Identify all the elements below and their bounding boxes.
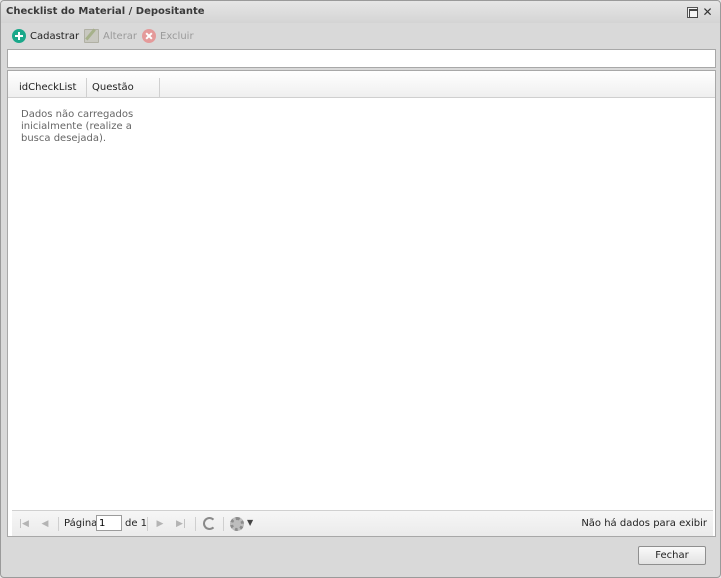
- pager-divider: [147, 517, 148, 531]
- close-icon[interactable]: ✕: [702, 6, 713, 18]
- toolbar: Cadastrar Alterar Excluir: [5, 25, 716, 47]
- empty-message: Dados não carregados inicialmente (reali…: [21, 109, 134, 144]
- title-bar: Checklist do Material / Depositante ✕: [1, 1, 720, 23]
- checklist-window: Checklist do Material / Depositante ✕ Ca…: [0, 0, 721, 578]
- grid-body: Dados não carregados inicialmente (reali…: [12, 98, 713, 510]
- pager-status: Não há dados para exibir: [581, 518, 707, 529]
- column-header-questao[interactable]: Questão: [87, 78, 160, 98]
- first-page-icon[interactable]: |◀: [18, 519, 30, 529]
- plus-circle-icon: [12, 29, 26, 43]
- close-button[interactable]: Fechar: [638, 546, 706, 565]
- paging-toolbar: |◀ ◀ Página de 1 ▶ ▶| ▼ Não há dados par…: [12, 510, 713, 536]
- add-button-label: Cadastrar: [30, 30, 80, 42]
- add-button[interactable]: Cadastrar: [12, 28, 79, 44]
- delete-circle-icon: [142, 29, 156, 43]
- edit-button[interactable]: Alterar: [84, 28, 137, 44]
- search-input[interactable]: [7, 49, 716, 68]
- data-grid: idCheckList Questão Dados não carregados…: [7, 70, 716, 537]
- delete-button-label: Excluir: [160, 30, 194, 42]
- grid-header: idCheckList Questão: [8, 71, 715, 98]
- gear-icon[interactable]: [230, 517, 244, 531]
- pager-divider: [58, 517, 59, 531]
- edit-icon: [84, 29, 99, 43]
- last-page-icon[interactable]: ▶|: [175, 519, 187, 529]
- edit-button-label: Alterar: [103, 30, 138, 42]
- column-header-idchecklist[interactable]: idCheckList: [14, 78, 87, 98]
- window-title: Checklist do Material / Depositante: [6, 6, 205, 17]
- page-label: Página: [64, 518, 98, 529]
- pager-divider: [223, 517, 224, 531]
- pager-divider: [195, 517, 196, 531]
- maximize-icon[interactable]: [687, 7, 698, 18]
- refresh-icon[interactable]: [203, 517, 216, 530]
- previous-page-icon[interactable]: ◀: [39, 519, 51, 529]
- page-count-label: de 1: [125, 518, 148, 529]
- chevron-down-icon[interactable]: ▼: [247, 518, 253, 527]
- delete-button[interactable]: Excluir: [142, 28, 194, 44]
- page-number-input[interactable]: [96, 515, 122, 531]
- next-page-icon[interactable]: ▶: [154, 519, 166, 529]
